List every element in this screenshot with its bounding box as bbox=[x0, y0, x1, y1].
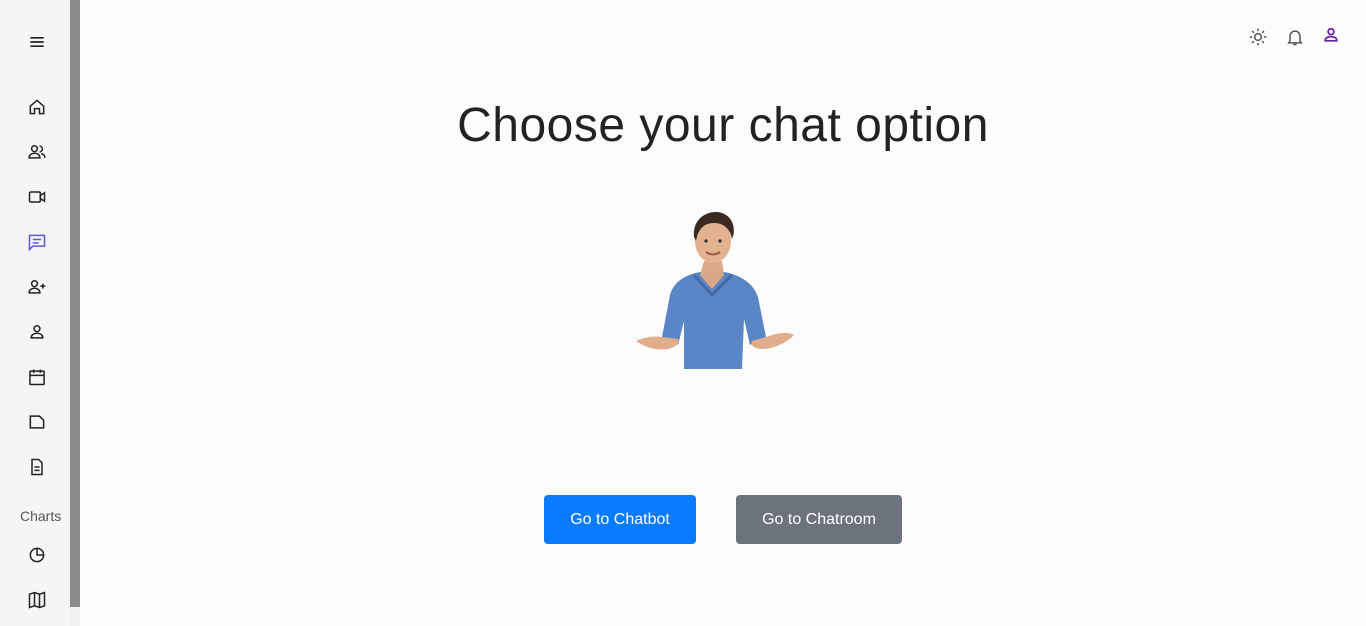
go-to-chatroom-button[interactable]: Go to Chatroom bbox=[736, 495, 902, 544]
folder-icon[interactable] bbox=[25, 410, 49, 434]
calendar-icon[interactable] bbox=[25, 365, 49, 389]
home-icon[interactable] bbox=[25, 95, 49, 119]
chat-icon[interactable] bbox=[25, 230, 49, 254]
document-icon[interactable] bbox=[25, 455, 49, 479]
sidebar: Charts bbox=[0, 0, 70, 626]
charts-section-label: Charts bbox=[20, 508, 62, 524]
video-icon[interactable] bbox=[25, 185, 49, 209]
add-user-icon[interactable] bbox=[25, 275, 49, 299]
person-icon[interactable] bbox=[25, 320, 49, 344]
menu-icon[interactable] bbox=[25, 30, 49, 54]
go-to-chatbot-button[interactable]: Go to Chatbot bbox=[544, 495, 696, 544]
shrugging-man-illustration bbox=[636, 212, 794, 369]
account-icon[interactable] bbox=[1319, 23, 1343, 47]
pie-chart-icon[interactable] bbox=[25, 543, 49, 567]
theme-toggle-icon[interactable] bbox=[1246, 25, 1270, 49]
page-title: Choose your chat option bbox=[457, 99, 989, 152]
users-icon[interactable] bbox=[25, 140, 49, 164]
map-icon[interactable] bbox=[25, 588, 49, 612]
notification-bell-icon[interactable] bbox=[1283, 25, 1307, 49]
sidebar-scrollbar-thumb[interactable] bbox=[70, 0, 80, 607]
